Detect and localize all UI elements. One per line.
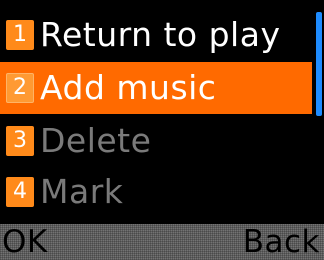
scrollbar[interactable]: [314, 0, 324, 224]
number-badge-2: 2: [6, 73, 34, 103]
options-menu: 1 Return to play 2 Add music 3 Delete 4 …: [0, 0, 312, 224]
music-options-screen: 1 Return to play 2 Add music 3 Delete 4 …: [0, 0, 324, 260]
number-badge-1: 1: [6, 20, 34, 50]
menu-item-label: Add music: [40, 68, 217, 107]
softkey-bar: OK Back: [0, 224, 324, 260]
number-badge-3: 3: [6, 126, 34, 156]
scroll-thumb[interactable]: [316, 12, 322, 116]
menu-item-mark[interactable]: 4 Mark: [0, 166, 312, 218]
back-softkey[interactable]: Back: [243, 224, 320, 260]
menu-item-label: Return to play: [40, 15, 281, 54]
menu-item-label: Delete: [40, 121, 152, 160]
menu-item-add-music[interactable]: 2 Add music: [0, 62, 312, 114]
menu-item-return-to-play[interactable]: 1 Return to play: [0, 9, 312, 61]
menu-item-delete[interactable]: 3 Delete: [0, 115, 312, 167]
ok-softkey[interactable]: OK: [2, 224, 48, 260]
menu-item-label: Mark: [40, 172, 124, 211]
number-badge-4: 4: [6, 177, 34, 207]
